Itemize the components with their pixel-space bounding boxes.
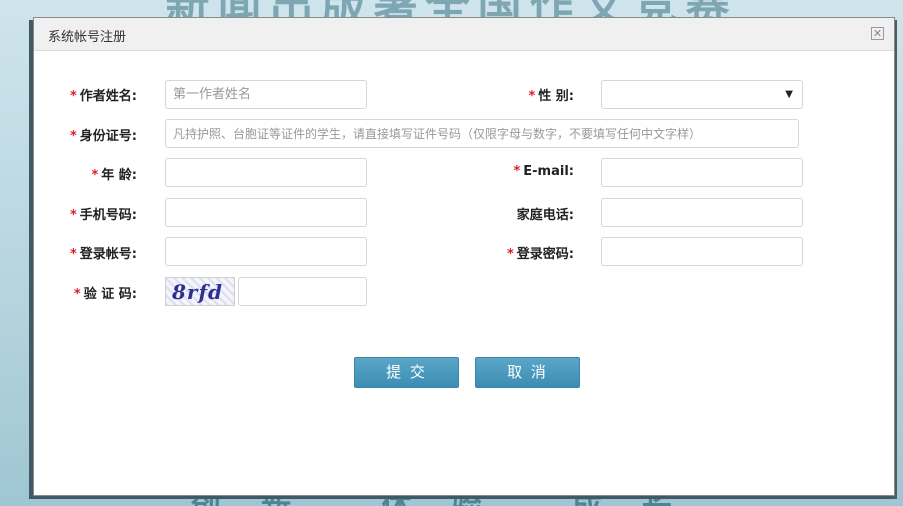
dialog-titlebar: 系统帐号注册 ✕ [34, 18, 894, 51]
mobile-label: * 手机号码: [69, 208, 137, 223]
email-label: * E-mail: [513, 164, 574, 179]
login-account-input[interactable] [165, 237, 367, 266]
login-account-label: * 登录帐号: [69, 247, 137, 262]
mobile-input[interactable] [165, 198, 367, 227]
registration-dialog: 系统帐号注册 ✕ *作者姓名: *性 别: ▼ *身份证号: *年 龄: *E-… [33, 17, 895, 496]
id-number-label: * 身份证号: [69, 129, 137, 144]
home-phone-input[interactable] [601, 198, 803, 227]
close-icon[interactable]: ✕ [871, 27, 884, 40]
captcha-image-text: 8rfd [172, 280, 224, 304]
author-name-label: * 作者姓名: [69, 89, 137, 104]
login-password-label: * 登录密码: [506, 247, 574, 262]
gender-select[interactable]: ▼ [601, 80, 803, 109]
captcha-image[interactable]: 8rfd [165, 277, 235, 306]
id-number-input[interactable] [165, 119, 799, 148]
captcha-label: * 验 证 码: [73, 287, 137, 302]
cancel-button[interactable]: 取 消 [475, 357, 580, 388]
age-input[interactable] [165, 158, 367, 187]
email-input[interactable] [601, 158, 803, 187]
age-label: * 年 龄: [91, 168, 137, 183]
home-phone-label: 家庭电话: [516, 208, 574, 223]
author-name-input[interactable] [165, 80, 367, 109]
dropdown-caret-icon: ▼ [785, 89, 793, 100]
submit-button[interactable]: 提 交 [354, 357, 459, 388]
dialog-title: 系统帐号注册 [48, 30, 127, 45]
login-password-input[interactable] [601, 237, 803, 266]
captcha-input[interactable] [238, 277, 367, 306]
gender-label: * 性 别: [528, 89, 574, 104]
